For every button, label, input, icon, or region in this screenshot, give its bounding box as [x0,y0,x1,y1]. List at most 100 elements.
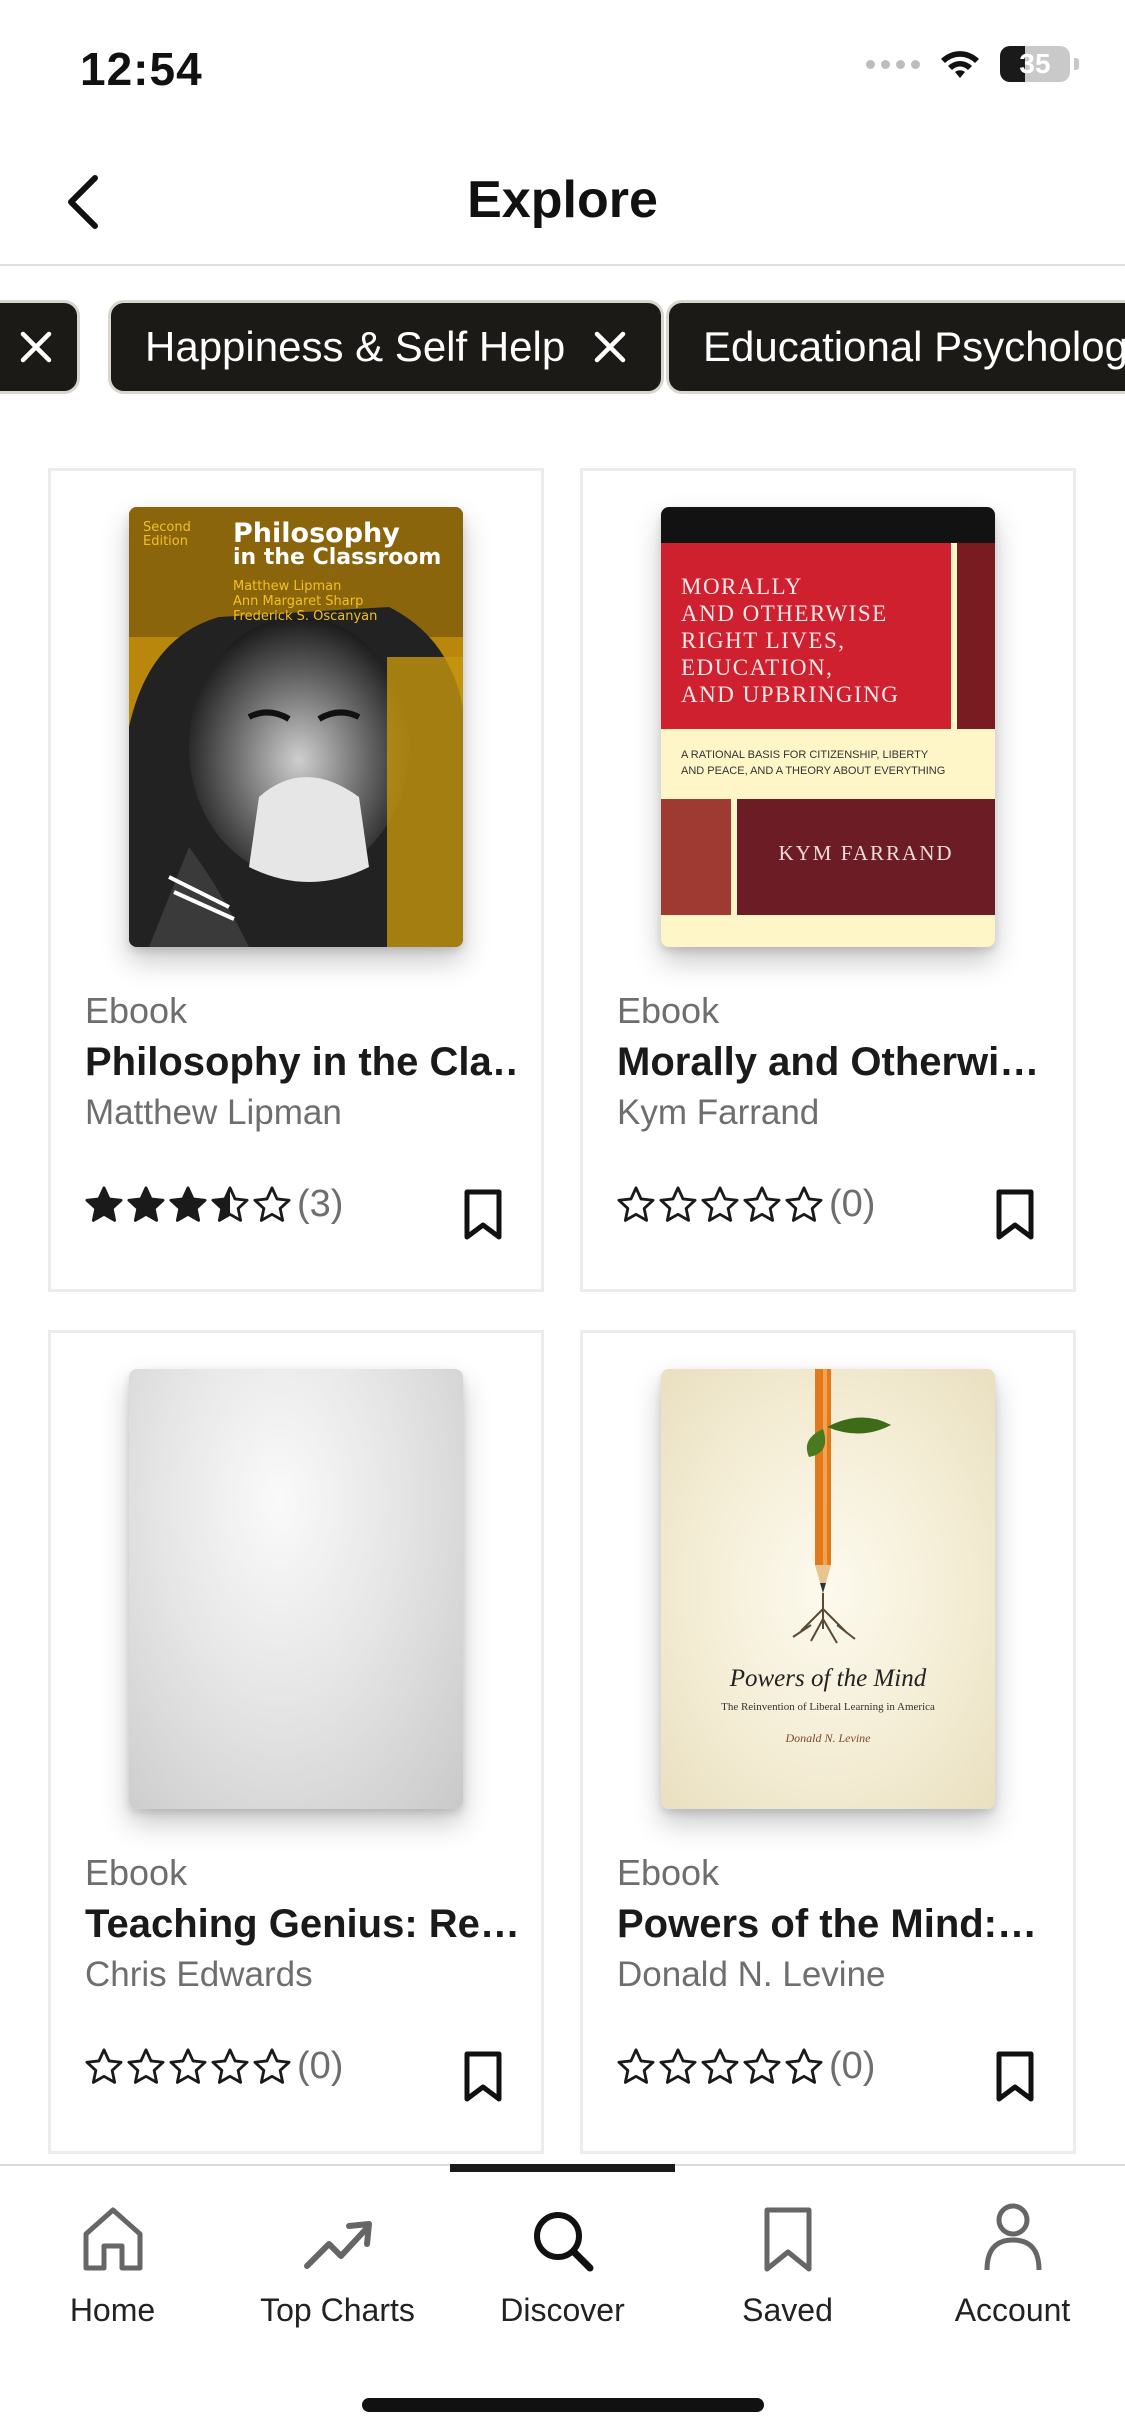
page-title: Explore [467,171,658,229]
book-title: Teaching Genius: Re… [85,1902,520,1946]
star-empty-icon [211,2047,249,2084]
star-filled-icon [85,1185,123,1222]
bookmark-icon [764,2207,811,2272]
cover-subtitle-line: A RATIONAL BASIS FOR CITIZENSHIP, LIBERT… [681,749,929,761]
star-empty-icon [169,2047,207,2084]
book-title: Powers of the Mind:… [617,1902,1037,1946]
stars [617,2047,827,2086]
cellular-signal-icon [866,59,920,69]
stars [85,2047,295,2086]
cover-title-line: EDUCATION, [681,655,834,680]
tab-bar: Home Top Charts Discover Saved Account [0,2164,1125,2436]
cover-title-line2: in the Classroom [233,545,442,570]
star-half-icon [211,1185,249,1222]
tab-discover[interactable]: Discover [450,2188,675,2338]
star-filled-icon [127,1185,165,1222]
book-type: Ebook [85,1852,188,1893]
cover-side-panel [957,543,995,729]
star-filled-icon [169,1185,207,1222]
cover-author: Donald N. Levine [785,1731,871,1745]
tab-label: Home [69,2292,156,2328]
cover-edition: Second Edition [143,520,191,549]
book-author: Chris Edwards [85,1955,313,1994]
status-icons: 35 [866,46,1079,82]
book-card[interactable]: MORALLY AND OTHERWISE RIGHT LIVES, EDUCA… [580,468,1076,1292]
tab-label: Account [954,2292,1071,2328]
book-cover[interactable]: Second Edition Philosophy in the Classro… [129,507,463,947]
tab-home[interactable]: Home [0,2188,225,2338]
close-icon[interactable] [19,330,53,364]
book-title: Morally and Otherwi… [617,1040,1040,1084]
cover-block [661,799,731,915]
tab-saved[interactable]: Saved [675,2188,900,2338]
cover-title-line: AND UPBRINGING [681,682,900,707]
nav-header: Explore [0,140,1125,266]
cover-title-line1: Philosophy [233,518,400,549]
battery-level: 35 [1019,48,1051,79]
filter-chip-happiness[interactable]: Happiness & Self Help [108,300,665,394]
cover-band [661,507,995,543]
filter-chip-educational-psychology[interactable]: Educational Psychology [666,300,1125,394]
status-bar: 12:54 35 [0,0,1125,140]
bookmark-button[interactable] [995,1189,1035,1241]
book-meta: Ebook Morally and Otherwi… Kym Farrand [617,987,1053,1137]
bookmark-button[interactable] [463,2051,503,2103]
star-rating: (3) [85,1183,343,1226]
chip-label: Happiness & Self Help [145,323,566,370]
star-rating: (0) [617,1183,875,1226]
star-empty-icon [659,1185,697,1222]
cover-subtitle: The Reinvention of Liberal Learning in A… [721,1701,935,1713]
cover-placeholder [129,1369,463,1809]
book-author: Donald N. Levine [617,1955,886,1994]
cover-author: Frederick S. Oscanyan [233,609,378,624]
book-type: Ebook [85,990,188,1031]
cover-title-line: AND OTHERWISE [681,601,888,626]
filter-chips: Happiness & Self Help Educational Psycho… [0,300,1125,396]
rating-count: (3) [297,1183,344,1225]
tab-account[interactable]: Account [900,2188,1125,2338]
book-cover[interactable]: MORALLY AND OTHERWISE RIGHT LIVES, EDUCA… [661,507,995,947]
book-title: Philosophy in the Cla… [85,1040,521,1084]
book-card[interactable]: Ebook Teaching Genius: Re… Chris Edwards… [48,1330,544,2154]
book-author: Kym Farrand [617,1093,820,1132]
star-empty-icon [253,2047,291,2084]
stars [85,1185,295,1224]
home-indicator [362,2398,764,2412]
star-rating: (0) [85,2045,343,2088]
home-icon [83,2207,142,2271]
trending-icon [303,2221,372,2269]
bookmark-icon [464,1189,502,1240]
rating-count: (0) [829,1183,876,1225]
cover-photo [129,507,463,947]
cover-title: Powers of the Mind [729,1665,927,1692]
cover-author: KYM FARRAND [778,841,954,865]
star-empty-icon [617,2047,655,2084]
book-meta: Ebook Philosophy in the Cla… Matthew Lip… [85,987,521,1137]
bookmark-icon [996,2051,1034,2102]
cover-author: Ann Margaret Sharp [233,594,364,609]
tab-top-charts[interactable]: Top Charts [225,2188,450,2338]
book-meta: Ebook Powers of the Mind:… Donald N. Lev… [617,1849,1053,1999]
book-card[interactable]: Powers of the Mind The Reinvention of Li… [580,1330,1076,2154]
stars [617,1185,827,1224]
star-empty-icon [659,2047,697,2084]
status-time: 12:54 [80,43,203,95]
book-meta: Ebook Teaching Genius: Re… Chris Edwards [85,1849,521,1999]
cover-subtitle-line: AND PEACE, AND A THEORY ABOUT EVERYTHING [681,765,946,777]
tab-label: Saved [742,2292,833,2328]
star-empty-icon [743,1185,781,1222]
wifi-icon [941,51,979,78]
book-card[interactable]: Second Edition Philosophy in the Classro… [48,468,544,1292]
filter-chip-previous[interactable] [0,300,80,394]
book-cover[interactable]: Powers of the Mind The Reinvention of Li… [661,1369,995,1809]
tab-label: Discover [500,2292,625,2328]
person-icon [984,2203,1041,2271]
close-icon[interactable] [593,330,627,364]
star-empty-icon [253,1185,291,1222]
battery-icon: 35 [1000,46,1070,82]
star-rating: (0) [617,2045,875,2088]
bookmark-button[interactable] [995,2051,1035,2103]
bookmark-button[interactable] [463,1189,503,1241]
rating-count: (0) [829,2045,876,2087]
book-cover[interactable] [129,1369,463,1809]
